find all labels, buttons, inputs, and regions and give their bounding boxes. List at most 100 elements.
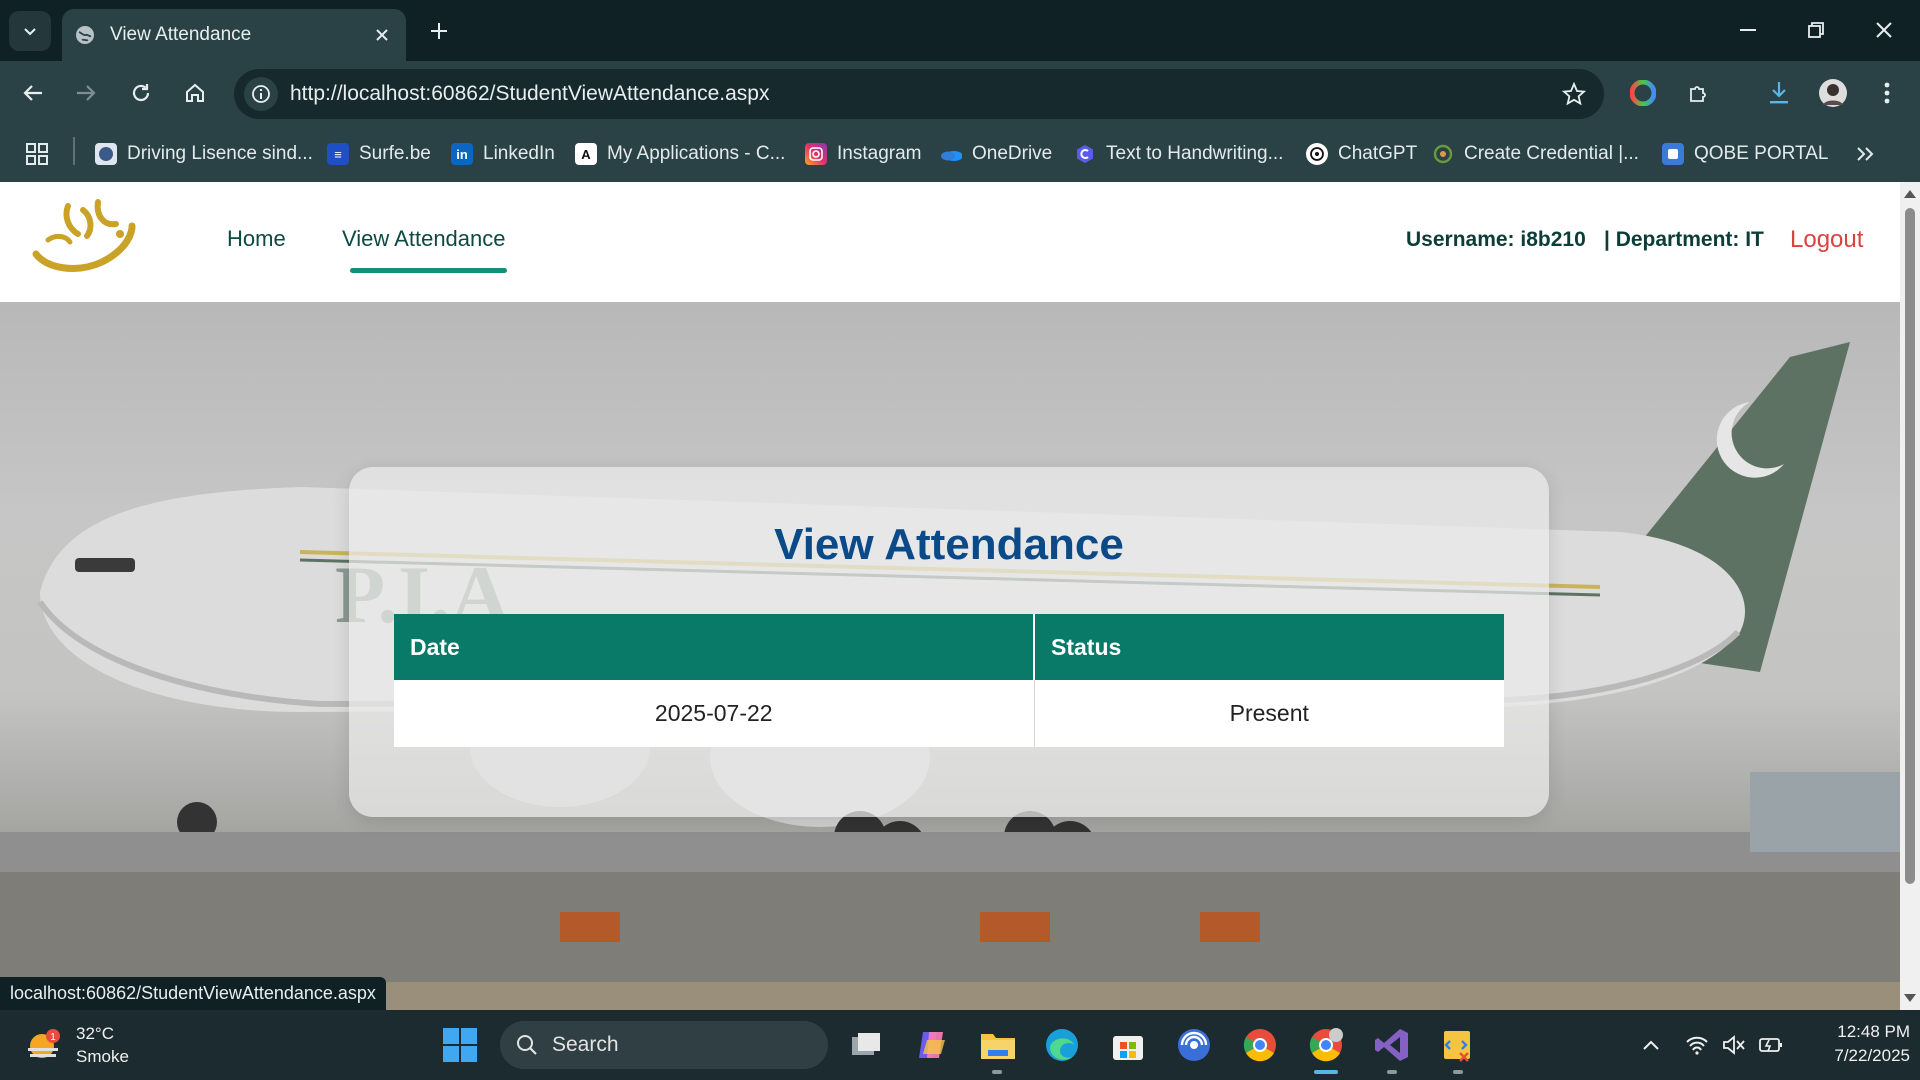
close-tab-icon[interactable]	[370, 23, 394, 47]
chevron-down-icon	[24, 28, 36, 36]
tab-search-button[interactable]	[9, 11, 51, 51]
scroll-thumb[interactable]	[1905, 208, 1915, 884]
bookmark-create-credential[interactable]: Create Credential |...	[1432, 139, 1639, 169]
bookmark-instagram[interactable]: Instagram	[805, 139, 921, 169]
username-label: Username: i8b210	[1406, 228, 1586, 251]
bookmark-driving-license[interactable]: Driving Lisence sind...	[95, 139, 313, 169]
bookmark-text-to-handwriting[interactable]: Text to Handwriting...	[1074, 139, 1283, 169]
apps-grid-icon[interactable]	[26, 139, 48, 169]
table-row: 2025-07-22 Present	[394, 680, 1504, 747]
portal-icon	[1662, 143, 1684, 165]
bookmark-label: My Applications - C...	[607, 143, 786, 164]
logout-link[interactable]: Logout	[1790, 226, 1863, 254]
taskbar-search[interactable]: Search	[500, 1021, 828, 1069]
close-window-button[interactable]	[1854, 8, 1914, 52]
bookmark-chatgpt[interactable]: ChatGPT	[1306, 139, 1417, 169]
arrow-right-icon	[77, 85, 96, 101]
more-bookmarks-icon[interactable]	[1856, 139, 1874, 169]
nav-home-link[interactable]: Home	[227, 226, 286, 252]
show-hidden-icons[interactable]	[1636, 1030, 1666, 1060]
chrome-profile-icon[interactable]	[1304, 1023, 1348, 1067]
wireless-display-icon[interactable]	[1172, 1023, 1216, 1067]
running-indicator	[1387, 1070, 1397, 1074]
bookmark-label: Driving Lisence sind...	[127, 143, 313, 164]
bookmark-label: QOBE PORTAL	[1694, 143, 1829, 164]
department-label: | Department: IT	[1604, 228, 1764, 251]
linkedin-icon: in	[451, 143, 473, 165]
browser-menu-icon[interactable]	[1866, 72, 1908, 114]
battery-charging-icon[interactable]	[1756, 1030, 1786, 1060]
visual-studio-icon[interactable]	[1370, 1023, 1414, 1067]
browser-tab-active[interactable]: View Attendance	[62, 9, 406, 61]
file-explorer-icon[interactable]	[976, 1023, 1020, 1067]
new-tab-button[interactable]	[424, 16, 454, 46]
bookmark-label: ChatGPT	[1338, 143, 1418, 164]
government-seal-icon	[95, 143, 117, 165]
instagram-icon	[805, 143, 827, 165]
attendance-title: View Attendance	[774, 520, 1124, 569]
chrome-icon[interactable]	[1238, 1023, 1282, 1067]
link-status-bubble: localhost:60862/StudentViewAttendance.as…	[0, 977, 386, 1010]
nav-view-attendance-link[interactable]: View Attendance	[342, 226, 506, 252]
extension-color-icon[interactable]	[1622, 72, 1664, 114]
code-editor-icon[interactable]	[1436, 1023, 1480, 1067]
tab-title: View Attendance	[110, 24, 252, 45]
url-text[interactable]: http://localhost:60862/StudentViewAttend…	[290, 82, 1554, 106]
site-info-icon[interactable]	[244, 77, 278, 111]
forward-button[interactable]	[65, 72, 107, 114]
windows-logo-icon	[443, 1028, 477, 1062]
bookmark-star-icon[interactable]	[1554, 74, 1594, 114]
address-bar[interactable]: http://localhost:60862/StudentViewAttend…	[234, 69, 1604, 119]
extensions-puzzle-icon[interactable]	[1678, 72, 1720, 114]
restore-icon	[1808, 22, 1824, 38]
active-nav-indicator	[350, 268, 507, 273]
restore-button[interactable]	[1786, 8, 1846, 52]
table-header-row: Date Status	[394, 614, 1504, 680]
bookmark-my-applications[interactable]: A My Applications - C...	[575, 139, 785, 169]
scroll-down-arrow-icon[interactable]	[1904, 994, 1916, 1002]
clock-date: 7/22/2025	[1834, 1046, 1910, 1065]
bookmark-label: OneDrive	[972, 143, 1053, 164]
running-indicator	[1453, 1070, 1463, 1074]
home-icon	[186, 83, 204, 102]
bookmark-label: LinkedIn	[483, 143, 555, 164]
browser-tab-strip: View Attendance	[0, 0, 1920, 61]
bookmark-qobe-portal[interactable]: QOBE PORTAL	[1662, 139, 1828, 169]
reload-button[interactable]	[120, 72, 162, 114]
start-button[interactable]	[438, 1023, 482, 1067]
copilot-icon[interactable]	[910, 1023, 954, 1067]
weather-desc: Smoke	[76, 1047, 129, 1066]
home-button[interactable]	[174, 72, 216, 114]
edge-icon[interactable]	[1040, 1023, 1084, 1067]
minimize-button[interactable]	[1718, 8, 1778, 52]
bookmark-linkedin[interactable]: in LinkedIn	[451, 139, 555, 169]
bookmark-label: Text to Handwriting...	[1106, 143, 1284, 164]
sun-haze-icon: 1	[28, 1029, 60, 1058]
minimize-icon	[1740, 29, 1756, 31]
bookmark-label: Create Credential |...	[1464, 143, 1639, 164]
weather-temp: 32°C	[76, 1024, 114, 1043]
column-header-status: Status	[1034, 614, 1504, 680]
airplane-background: P.I.A View Attendance Date Status	[0, 302, 1900, 1010]
pia-logo	[32, 199, 136, 272]
scroll-up-arrow-icon[interactable]	[1904, 190, 1916, 198]
arrow-left-icon	[23, 85, 42, 101]
active-app-indicator	[1314, 1070, 1338, 1074]
microsoft-store-icon[interactable]	[1106, 1023, 1150, 1067]
bookmarks-divider	[73, 137, 75, 165]
task-view-icon[interactable]	[844, 1023, 888, 1067]
reload-icon	[132, 84, 150, 102]
bookmark-surfe[interactable]: ≡ Surfe.be	[327, 139, 431, 169]
back-button[interactable]	[12, 72, 54, 114]
bookmark-onedrive[interactable]: OneDrive	[940, 139, 1052, 169]
weather-widget[interactable]: 1 32°C Smoke	[26, 1022, 129, 1068]
wifi-icon[interactable]	[1682, 1030, 1712, 1060]
onedrive-icon	[940, 143, 962, 165]
download-icon[interactable]	[1758, 72, 1800, 114]
system-clock[interactable]: 12:48 PM 7/22/2025	[1800, 1020, 1910, 1068]
screen: View Attendance http://localhost:60862/S…	[0, 0, 1920, 1080]
profile-avatar[interactable]	[1812, 72, 1854, 114]
page-scrollbar[interactable]	[1900, 182, 1920, 1010]
volume-muted-icon[interactable]	[1719, 1030, 1749, 1060]
chatgpt-icon	[1306, 143, 1328, 165]
